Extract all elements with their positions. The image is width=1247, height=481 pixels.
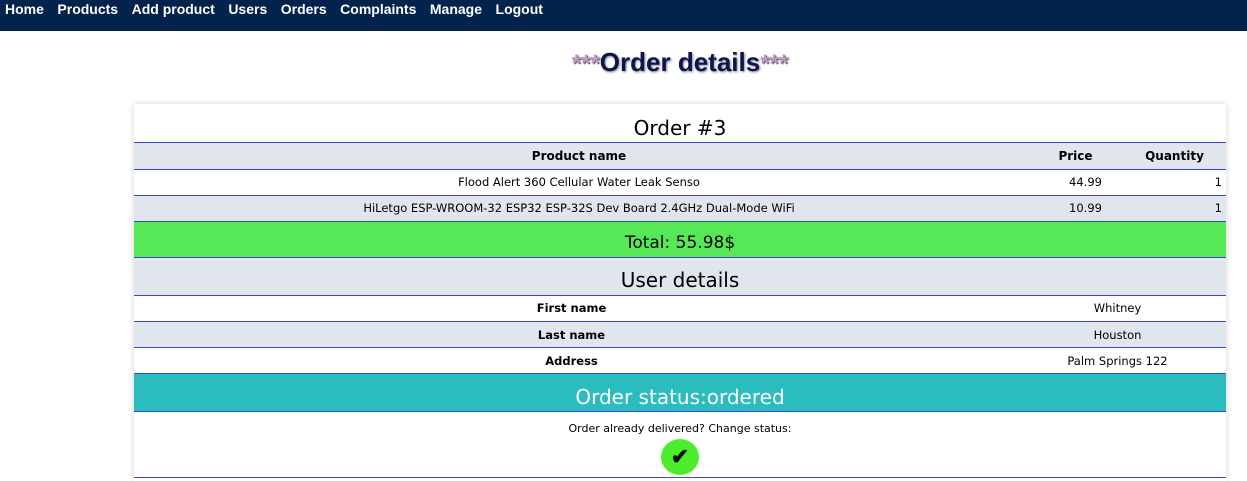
nav-home-link[interactable]: Home	[5, 0, 44, 20]
order-card: Order #3 Product name Price Quantity Flo…	[134, 104, 1226, 481]
user-row-last-name: Last name Houston	[134, 321, 1226, 348]
user-label: First name	[536, 301, 607, 316]
nav-add-product-link[interactable]: Add product	[132, 0, 215, 20]
nav-products-link[interactable]: Products	[57, 0, 118, 20]
change-status-section: Order already delivered? Change status: …	[134, 412, 1226, 478]
user-label: Address	[545, 353, 598, 368]
heading-stars-left: ***	[571, 50, 600, 77]
nav-users-link[interactable]: Users	[228, 0, 267, 20]
user-value: Houston	[1093, 327, 1142, 342]
product-quantity-cell: 1	[1214, 201, 1222, 215]
product-quantity-cell: 1	[1214, 175, 1222, 189]
mark-delivered-button[interactable]: ✔	[661, 439, 699, 475]
order-status: Order status:ordered	[134, 374, 1226, 412]
product-name-cell: HiLetgo ESP-WROOM-32 ESP32 ESP-32S Dev B…	[363, 201, 795, 215]
top-navbar: Home Products Add product Users Orders C…	[0, 0, 1247, 31]
change-status-label: Order already delivered? Change status:	[568, 422, 792, 435]
page-title: ***Order details***	[0, 45, 1247, 81]
column-header-quantity: Quantity	[1145, 148, 1204, 163]
nav-orders-link[interactable]: Orders	[281, 0, 327, 20]
table-row: Flood Alert 360 Cellular Water Leak Sens…	[134, 169, 1226, 195]
user-label: Last name	[537, 327, 606, 342]
heading-stars-right: ***	[760, 50, 789, 77]
heading-text: Order details	[599, 47, 761, 77]
product-name-cell: Flood Alert 360 Cellular Water Leak Sens…	[458, 175, 700, 189]
user-details-title: User details	[134, 257, 1226, 296]
products-table: Product name Price Quantity Flood Alert …	[134, 143, 1226, 222]
check-icon: ✔	[670, 444, 690, 469]
nav-complaints-link[interactable]: Complaints	[340, 0, 416, 20]
user-value: Whitney	[1093, 301, 1142, 316]
product-price-cell: 44.99	[1069, 175, 1102, 189]
nav-logout-link[interactable]: Logout	[496, 0, 543, 20]
user-row-address: Address Palm Springs 122	[134, 348, 1226, 374]
user-row-first-name: First name Whitney	[134, 296, 1226, 322]
user-details-table: First name Whitney Last name Houston Add…	[134, 296, 1226, 375]
table-row: HiLetgo ESP-WROOM-32 ESP32 ESP-32S Dev B…	[134, 195, 1226, 221]
order-title: Order #3	[134, 104, 1226, 143]
column-header-product-name: Product name	[531, 148, 627, 163]
product-price-cell: 10.99	[1069, 201, 1102, 215]
nav-manage-link[interactable]: Manage	[430, 0, 482, 20]
products-header-row: Product name Price Quantity	[134, 143, 1226, 169]
column-header-price: Price	[1058, 148, 1093, 163]
user-value: Palm Springs 122	[1067, 353, 1168, 368]
order-total: Total: 55.98$	[134, 221, 1226, 258]
